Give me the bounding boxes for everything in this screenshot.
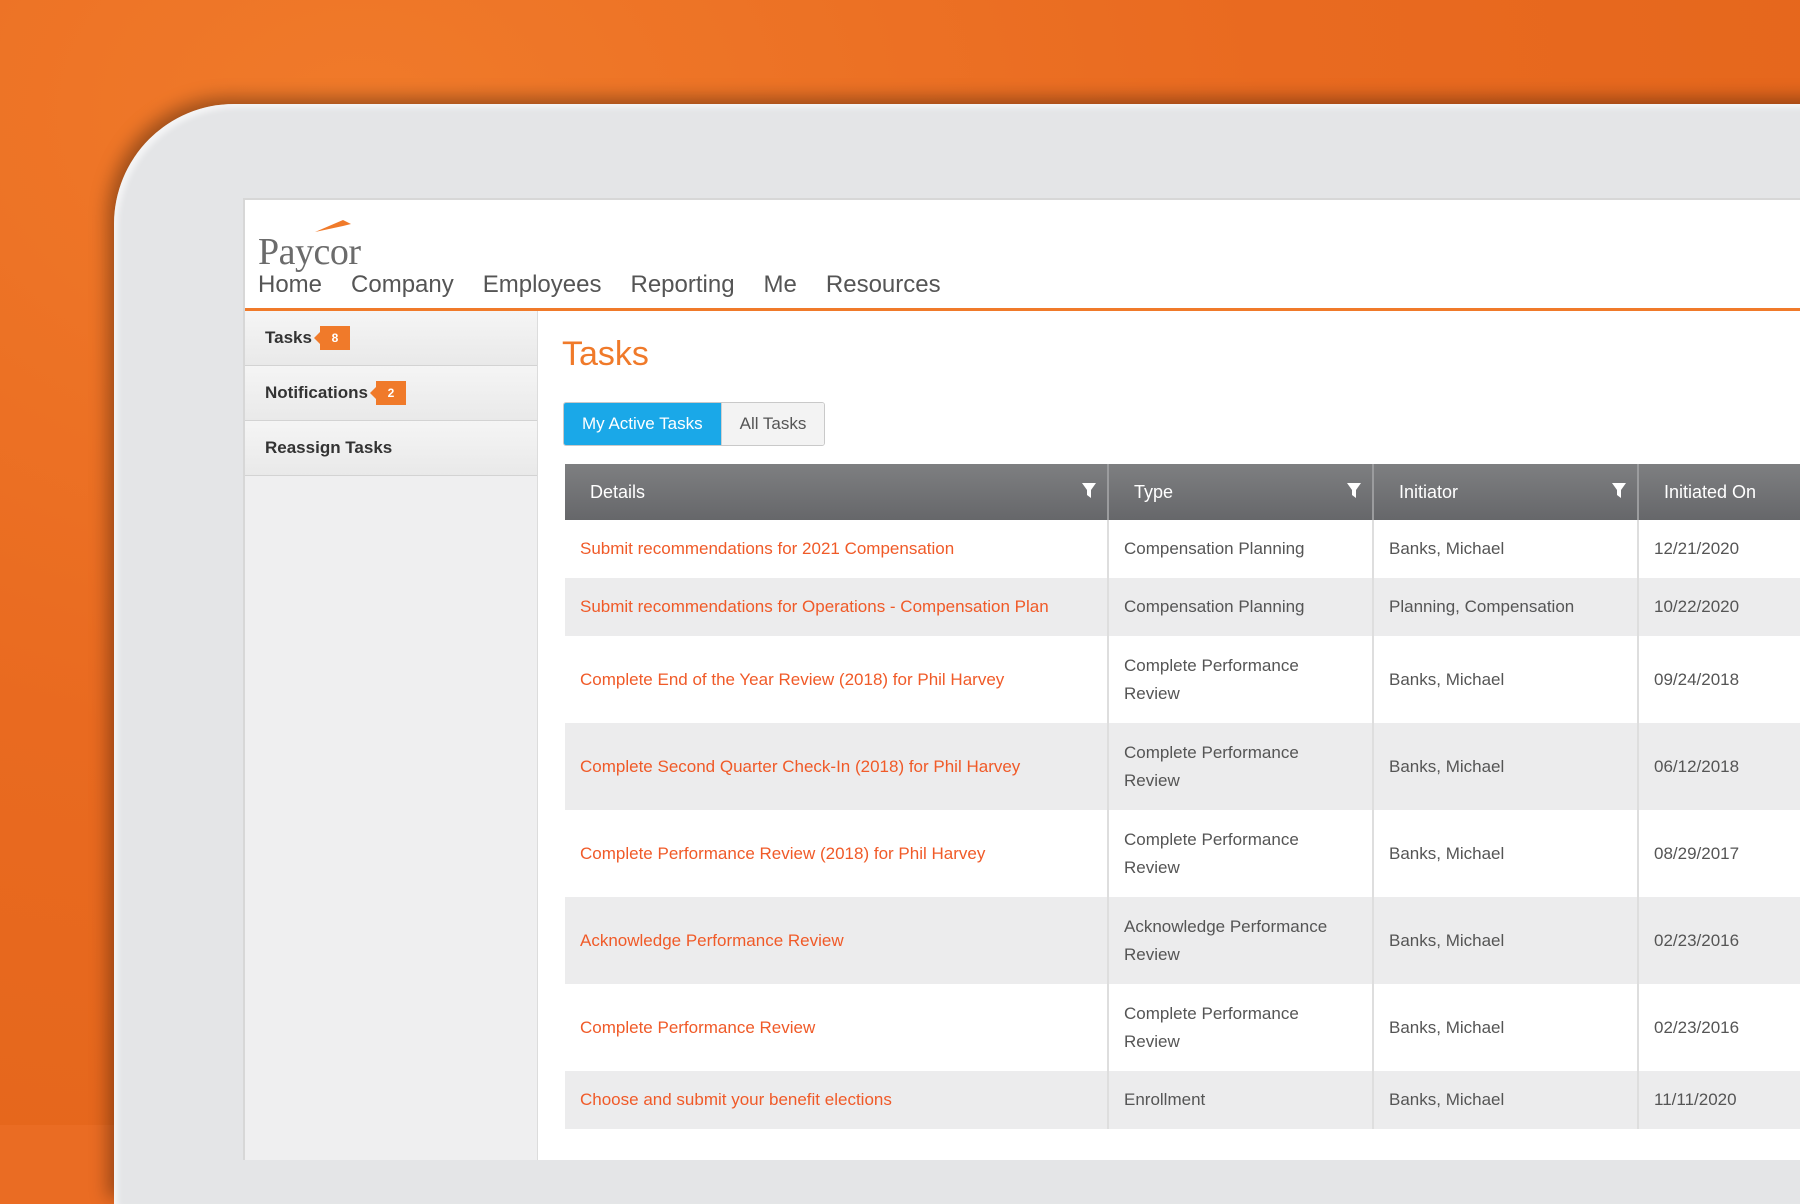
filter-icon[interactable] [1346,482,1362,500]
sidebar-item-reassign-tasks[interactable]: Reassign Tasks [245,421,537,476]
task-initiator: Banks, Michael [1374,984,1639,1071]
filter-icon[interactable] [1081,482,1097,500]
task-initiated-on: 06/12/2018 [1654,756,1740,776]
task-type: Enrollment [1109,1071,1374,1129]
logo-text: Paycor [258,231,361,273]
column-header-label: Details [590,481,646,502]
table-row: Choose and submit your benefit elections… [565,1071,1800,1129]
table-row: Acknowledge Performance Review Acknowled… [565,897,1800,984]
task-initiated-on: 02/23/2016 [1654,930,1740,950]
task-initiated-on: 11/11/2020 [1654,1090,1737,1109]
task-filter-tabs: My Active Tasks All Tasks [563,402,826,446]
nav-company[interactable]: Company [351,270,454,300]
column-header-label: Initiator [1399,481,1459,502]
task-initiated-on: 02/23/2016 [1654,1017,1740,1037]
column-header-type[interactable]: Type [1109,464,1374,520]
app-window: Paycor Home Company Employees Reporting … [243,198,1800,1160]
task-initiator: Banks, Michael [1374,723,1639,810]
sidebar: Tasks 8 Notifications 2 Reassign Tasks [245,311,538,1160]
nav-employees[interactable]: Employees [483,270,602,300]
task-details-link[interactable]: Acknowledge Performance Review [565,897,1109,984]
task-initiator: Planning, Compensation [1374,578,1639,636]
table-row: Complete End of the Year Review (2018) f… [565,636,1800,723]
sidebar-item-notifications[interactable]: Notifications 2 [245,366,537,421]
sidebar-item-label: Reassign Tasks [265,438,393,457]
task-type: Complete Performance Review [1109,810,1374,897]
task-details-link[interactable]: Submit recommendations for Operations - … [565,578,1109,636]
task-details-link[interactable]: Complete Second Quarter Check-In (2018) … [565,723,1109,810]
task-type: Complete Performance Review [1109,723,1374,810]
task-initiated-on: 08/29/2017 [1654,843,1740,863]
nav-resources[interactable]: Resources [826,270,941,300]
task-initiated-on: 10/22/2020 [1654,597,1740,616]
main-nav: Home Company Employees Reporting Me Reso… [258,270,970,300]
column-header-details[interactable]: Details [565,464,1109,520]
column-header-label: Initiated On [1664,481,1757,502]
sidebar-item-label: Notifications [265,383,368,402]
task-details-link[interactable]: Choose and submit your benefit elections [565,1071,1109,1129]
sidebar-item-tasks[interactable]: Tasks 8 [245,311,537,366]
task-initiator: Banks, Michael [1374,1071,1639,1129]
tasks-count-badge: 8 [313,326,350,350]
table-row: Submit recommendations for 2021 Compensa… [565,520,1800,578]
task-details-link[interactable]: Submit recommendations for 2021 Compensa… [565,520,1109,578]
table-row: Complete Second Quarter Check-In (2018) … [565,723,1800,810]
task-initiator: Banks, Michael [1374,520,1639,578]
task-type: Compensation Planning [1109,578,1374,636]
table-row: Complete Performance Review (2018) for P… [565,810,1800,897]
task-details-link[interactable]: Complete End of the Year Review (2018) f… [565,636,1109,723]
nav-reporting[interactable]: Reporting [630,270,734,300]
task-initiator: Banks, Michael [1374,810,1639,897]
task-details-link[interactable]: Complete Performance Review [565,984,1109,1071]
column-header-label: Type [1134,481,1174,502]
table-row: Complete Performance Review Complete Per… [565,984,1800,1071]
task-initiated-on: 12/21/2020 [1654,539,1740,558]
tab-all-tasks[interactable]: All Tasks [720,403,825,445]
table-row: Submit recommendations for Operations - … [565,578,1800,636]
task-details-link[interactable]: Complete Performance Review (2018) for P… [565,810,1109,897]
nav-me[interactable]: Me [764,270,797,300]
tasks-table: Details Type Initiator Initiated On Subm… [565,464,1800,1129]
sidebar-item-label: Tasks [265,328,312,347]
tab-my-active-tasks[interactable]: My Active Tasks [564,403,721,445]
column-header-initiator[interactable]: Initiator [1374,464,1639,520]
task-type: Complete Performance Review [1109,984,1374,1071]
column-header-initiated-on[interactable]: Initiated On [1639,464,1800,520]
task-initiator: Banks, Michael [1374,636,1639,723]
nav-home[interactable]: Home [258,270,322,300]
page-title: Tasks [562,335,649,373]
task-initiator: Banks, Michael [1374,897,1639,984]
table-header: Details Type Initiator Initiated On [565,464,1800,520]
paycor-logo[interactable]: Paycor [258,218,408,273]
task-type: Acknowledge Performance Review [1109,897,1374,984]
task-type: Compensation Planning [1109,520,1374,578]
task-type: Complete Performance Review [1109,636,1374,723]
notifications-count-badge: 2 [369,381,406,405]
filter-icon[interactable] [1611,482,1627,500]
task-initiated-on: 09/24/2018 [1654,669,1740,689]
